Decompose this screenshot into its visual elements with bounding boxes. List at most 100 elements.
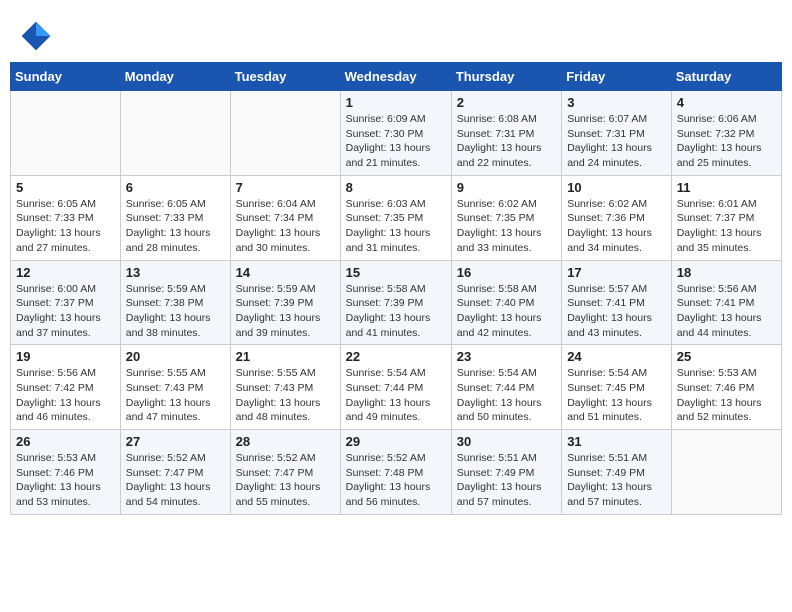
day-number: 26 — [16, 434, 115, 449]
calendar-cell: 31 Sunrise: 5:51 AM Sunset: 7:49 PM Dayli… — [562, 430, 672, 515]
logo — [20, 20, 56, 52]
weekday-header: Monday — [120, 63, 230, 91]
day-info: Sunrise: 5:51 AM Sunset: 7:49 PM Dayligh… — [567, 451, 666, 510]
day-number: 29 — [346, 434, 446, 449]
day-info: Sunrise: 5:57 AM Sunset: 7:41 PM Dayligh… — [567, 282, 666, 341]
day-info: Sunrise: 6:03 AM Sunset: 7:35 PM Dayligh… — [346, 197, 446, 256]
calendar-cell: 22 Sunrise: 5:54 AM Sunset: 7:44 PM Dayli… — [340, 345, 451, 430]
day-number: 9 — [457, 180, 556, 195]
day-info: Sunrise: 5:55 AM Sunset: 7:43 PM Dayligh… — [126, 366, 225, 425]
day-info: Sunrise: 5:53 AM Sunset: 7:46 PM Dayligh… — [16, 451, 115, 510]
day-info: Sunrise: 5:56 AM Sunset: 7:42 PM Dayligh… — [16, 366, 115, 425]
day-number: 3 — [567, 95, 666, 110]
calendar-cell: 5 Sunrise: 6:05 AM Sunset: 7:33 PM Daylig… — [11, 175, 121, 260]
calendar-cell: 1 Sunrise: 6:09 AM Sunset: 7:30 PM Daylig… — [340, 91, 451, 176]
calendar-cell — [120, 91, 230, 176]
day-number: 15 — [346, 265, 446, 280]
day-info: Sunrise: 6:09 AM Sunset: 7:30 PM Dayligh… — [346, 112, 446, 171]
weekday-header: Sunday — [11, 63, 121, 91]
day-number: 5 — [16, 180, 115, 195]
calendar-cell: 2Sunrise: 6:08 AM Sunset: 7:31 PM Daylig… — [451, 91, 561, 176]
calendar-cell — [671, 430, 781, 515]
day-info: Sunrise: 6:02 AM Sunset: 7:36 PM Dayligh… — [567, 197, 666, 256]
calendar-cell: 20Sunrise: 5:55 AM Sunset: 7:43 PM Dayli… — [120, 345, 230, 430]
day-number: 30 — [457, 434, 556, 449]
calendar-cell: 24 Sunrise: 5:54 AM Sunset: 7:45 PM Dayli… — [562, 345, 672, 430]
calendar-cell: 25 Sunrise: 5:53 AM Sunset: 7:46 PM Dayli… — [671, 345, 781, 430]
day-number: 1 — [346, 95, 446, 110]
day-info: Sunrise: 5:55 AM Sunset: 7:43 PM Dayligh… — [236, 366, 335, 425]
day-info: Sunrise: 5:54 AM Sunset: 7:45 PM Dayligh… — [567, 366, 666, 425]
calendar-week-row: 1 Sunrise: 6:09 AM Sunset: 7:30 PM Daylig… — [11, 91, 782, 176]
day-number: 10 — [567, 180, 666, 195]
day-number: 19 — [16, 349, 115, 364]
day-info: Sunrise: 6:05 AM Sunset: 7:33 PM Dayligh… — [126, 197, 225, 256]
calendar-table: SundayMondayTuesdayWednesdayThursdayFrid… — [10, 62, 782, 515]
day-number: 21 — [236, 349, 335, 364]
calendar-body: 1 Sunrise: 6:09 AM Sunset: 7:30 PM Daylig… — [11, 91, 782, 515]
calendar-cell: 29Sunrise: 5:52 AM Sunset: 7:48 PM Dayli… — [340, 430, 451, 515]
weekday-header: Tuesday — [230, 63, 340, 91]
calendar-cell: 7 Sunrise: 6:04 AM Sunset: 7:34 PM Daylig… — [230, 175, 340, 260]
day-number: 31 — [567, 434, 666, 449]
day-info: Sunrise: 5:53 AM Sunset: 7:46 PM Dayligh… — [677, 366, 776, 425]
calendar-cell: 30Sunrise: 5:51 AM Sunset: 7:49 PM Dayli… — [451, 430, 561, 515]
calendar-week-row: 19 Sunrise: 5:56 AM Sunset: 7:42 PM Dayli… — [11, 345, 782, 430]
calendar-cell: 13Sunrise: 5:59 AM Sunset: 7:38 PM Dayli… — [120, 260, 230, 345]
calendar-cell: 19 Sunrise: 5:56 AM Sunset: 7:42 PM Dayli… — [11, 345, 121, 430]
day-info: Sunrise: 5:59 AM Sunset: 7:39 PM Dayligh… — [236, 282, 335, 341]
calendar-cell: 4 Sunrise: 6:06 AM Sunset: 7:32 PM Daylig… — [671, 91, 781, 176]
day-number: 25 — [677, 349, 776, 364]
day-info: Sunrise: 6:06 AM Sunset: 7:32 PM Dayligh… — [677, 112, 776, 171]
day-info: Sunrise: 6:02 AM Sunset: 7:35 PM Dayligh… — [457, 197, 556, 256]
calendar-cell: 6 Sunrise: 6:05 AM Sunset: 7:33 PM Daylig… — [120, 175, 230, 260]
day-info: Sunrise: 6:07 AM Sunset: 7:31 PM Dayligh… — [567, 112, 666, 171]
page-header — [10, 10, 782, 58]
day-number: 16 — [457, 265, 556, 280]
day-number: 18 — [677, 265, 776, 280]
calendar-cell: 10 Sunrise: 6:02 AM Sunset: 7:36 PM Dayli… — [562, 175, 672, 260]
weekday-row: SundayMondayTuesdayWednesdayThursdayFrid… — [11, 63, 782, 91]
calendar-cell: 3 Sunrise: 6:07 AM Sunset: 7:31 PM Daylig… — [562, 91, 672, 176]
calendar-cell — [11, 91, 121, 176]
calendar-week-row: 5 Sunrise: 6:05 AM Sunset: 7:33 PM Daylig… — [11, 175, 782, 260]
day-number: 7 — [236, 180, 335, 195]
calendar-header: SundayMondayTuesdayWednesdayThursdayFrid… — [11, 63, 782, 91]
calendar-cell: 9 Sunrise: 6:02 AM Sunset: 7:35 PM Daylig… — [451, 175, 561, 260]
day-number: 22 — [346, 349, 446, 364]
day-number: 4 — [677, 95, 776, 110]
day-number: 28 — [236, 434, 335, 449]
day-info: Sunrise: 5:56 AM Sunset: 7:41 PM Dayligh… — [677, 282, 776, 341]
calendar-week-row: 26 Sunrise: 5:53 AM Sunset: 7:46 PM Dayli… — [11, 430, 782, 515]
day-info: Sunrise: 5:52 AM Sunset: 7:47 PM Dayligh… — [236, 451, 335, 510]
day-number: 27 — [126, 434, 225, 449]
calendar-cell: 15 Sunrise: 5:58 AM Sunset: 7:39 PM Dayli… — [340, 260, 451, 345]
weekday-header: Saturday — [671, 63, 781, 91]
calendar-cell: 14 Sunrise: 5:59 AM Sunset: 7:39 PM Dayli… — [230, 260, 340, 345]
calendar-cell: 21 Sunrise: 5:55 AM Sunset: 7:43 PM Dayli… — [230, 345, 340, 430]
weekday-header: Friday — [562, 63, 672, 91]
calendar-cell: 28 Sunrise: 5:52 AM Sunset: 7:47 PM Dayli… — [230, 430, 340, 515]
calendar-cell: 12 Sunrise: 6:00 AM Sunset: 7:37 PM Dayli… — [11, 260, 121, 345]
day-info: Sunrise: 6:04 AM Sunset: 7:34 PM Dayligh… — [236, 197, 335, 256]
weekday-header: Thursday — [451, 63, 561, 91]
day-info: Sunrise: 6:05 AM Sunset: 7:33 PM Dayligh… — [16, 197, 115, 256]
calendar-cell: 26 Sunrise: 5:53 AM Sunset: 7:46 PM Dayli… — [11, 430, 121, 515]
day-number: 17 — [567, 265, 666, 280]
calendar-cell: 17 Sunrise: 5:57 AM Sunset: 7:41 PM Dayli… — [562, 260, 672, 345]
day-info: Sunrise: 6:00 AM Sunset: 7:37 PM Dayligh… — [16, 282, 115, 341]
day-number: 12 — [16, 265, 115, 280]
calendar-cell: 11Sunrise: 6:01 AM Sunset: 7:37 PM Dayli… — [671, 175, 781, 260]
calendar-cell: 23Sunrise: 5:54 AM Sunset: 7:44 PM Dayli… — [451, 345, 561, 430]
day-number: 14 — [236, 265, 335, 280]
day-info: Sunrise: 5:54 AM Sunset: 7:44 PM Dayligh… — [346, 366, 446, 425]
day-number: 23 — [457, 349, 556, 364]
calendar-cell — [230, 91, 340, 176]
day-info: Sunrise: 6:01 AM Sunset: 7:37 PM Dayligh… — [677, 197, 776, 256]
day-number: 24 — [567, 349, 666, 364]
day-info: Sunrise: 5:58 AM Sunset: 7:40 PM Dayligh… — [457, 282, 556, 341]
day-info: Sunrise: 5:59 AM Sunset: 7:38 PM Dayligh… — [126, 282, 225, 341]
day-info: Sunrise: 5:52 AM Sunset: 7:47 PM Dayligh… — [126, 451, 225, 510]
day-info: Sunrise: 5:58 AM Sunset: 7:39 PM Dayligh… — [346, 282, 446, 341]
day-number: 6 — [126, 180, 225, 195]
